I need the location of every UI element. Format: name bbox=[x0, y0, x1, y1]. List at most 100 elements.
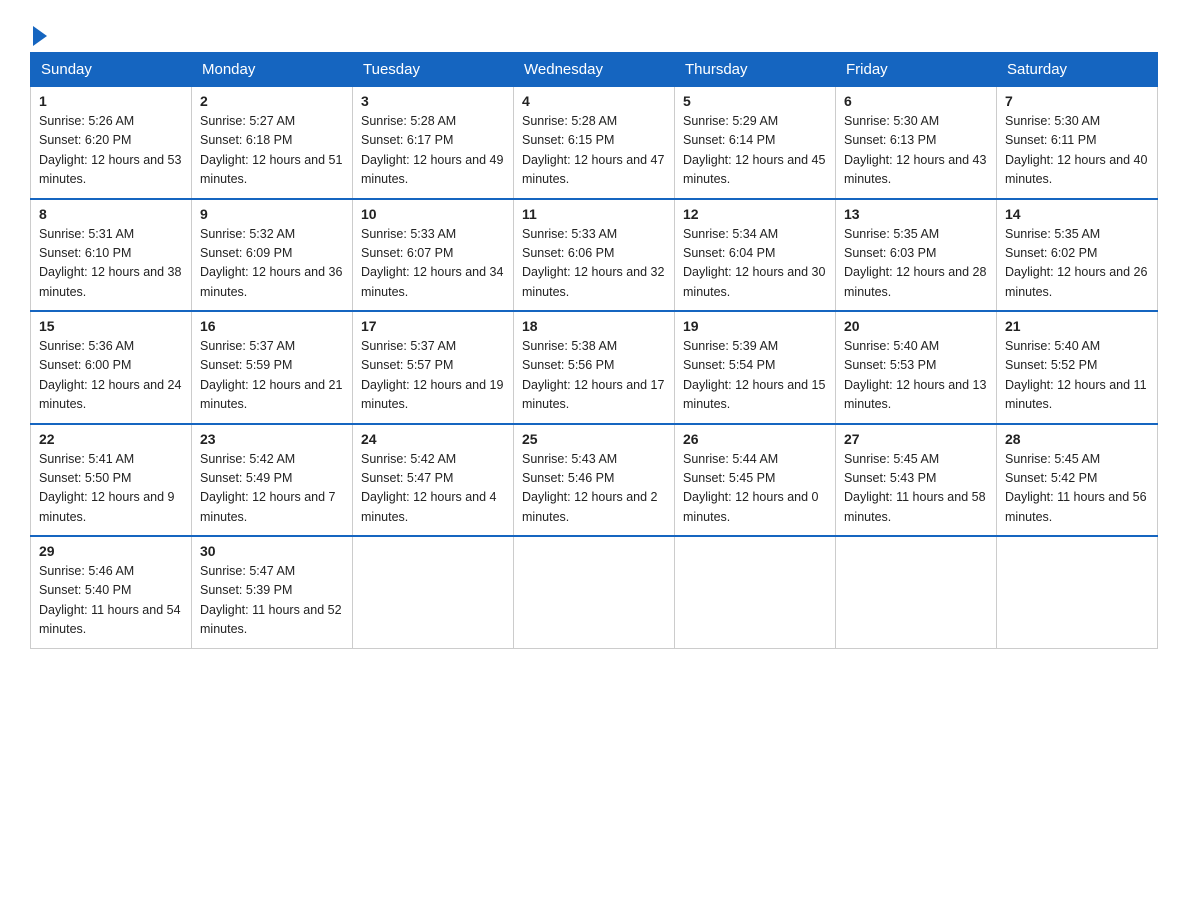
day-number: 2 bbox=[200, 93, 344, 109]
calendar-day-cell: 12 Sunrise: 5:34 AMSunset: 6:04 PMDayligh… bbox=[675, 199, 836, 312]
day-number: 21 bbox=[1005, 318, 1149, 334]
calendar-day-cell: 8 Sunrise: 5:31 AMSunset: 6:10 PMDaylight… bbox=[31, 199, 192, 312]
day-number: 9 bbox=[200, 206, 344, 222]
day-number: 13 bbox=[844, 206, 988, 222]
day-info: Sunrise: 5:42 AMSunset: 5:49 PMDaylight:… bbox=[200, 450, 344, 528]
day-info: Sunrise: 5:27 AMSunset: 6:18 PMDaylight:… bbox=[200, 112, 344, 190]
day-number: 17 bbox=[361, 318, 505, 334]
day-info: Sunrise: 5:47 AMSunset: 5:39 PMDaylight:… bbox=[200, 562, 344, 640]
day-number: 5 bbox=[683, 93, 827, 109]
day-info: Sunrise: 5:45 AMSunset: 5:42 PMDaylight:… bbox=[1005, 450, 1149, 528]
calendar-day-cell bbox=[836, 536, 997, 648]
calendar-day-cell: 10 Sunrise: 5:33 AMSunset: 6:07 PMDayligh… bbox=[353, 199, 514, 312]
day-number: 8 bbox=[39, 206, 183, 222]
day-info: Sunrise: 5:31 AMSunset: 6:10 PMDaylight:… bbox=[39, 225, 183, 303]
calendar-day-cell bbox=[353, 536, 514, 648]
calendar-day-cell: 9 Sunrise: 5:32 AMSunset: 6:09 PMDaylight… bbox=[192, 199, 353, 312]
calendar-day-cell: 16 Sunrise: 5:37 AMSunset: 5:59 PMDayligh… bbox=[192, 311, 353, 424]
calendar-day-cell: 17 Sunrise: 5:37 AMSunset: 5:57 PMDayligh… bbox=[353, 311, 514, 424]
day-info: Sunrise: 5:41 AMSunset: 5:50 PMDaylight:… bbox=[39, 450, 183, 528]
day-info: Sunrise: 5:45 AMSunset: 5:43 PMDaylight:… bbox=[844, 450, 988, 528]
weekday-header-friday: Friday bbox=[836, 53, 997, 87]
day-number: 7 bbox=[1005, 93, 1149, 109]
day-number: 30 bbox=[200, 543, 344, 559]
calendar-day-cell: 18 Sunrise: 5:38 AMSunset: 5:56 PMDayligh… bbox=[514, 311, 675, 424]
calendar-day-cell: 1 Sunrise: 5:26 AMSunset: 6:20 PMDaylight… bbox=[31, 87, 192, 199]
calendar-day-cell: 25 Sunrise: 5:43 AMSunset: 5:46 PMDayligh… bbox=[514, 424, 675, 537]
day-info: Sunrise: 5:44 AMSunset: 5:45 PMDaylight:… bbox=[683, 450, 827, 528]
day-info: Sunrise: 5:43 AMSunset: 5:46 PMDaylight:… bbox=[522, 450, 666, 528]
calendar-day-cell: 22 Sunrise: 5:41 AMSunset: 5:50 PMDayligh… bbox=[31, 424, 192, 537]
day-number: 16 bbox=[200, 318, 344, 334]
day-number: 23 bbox=[200, 431, 344, 447]
calendar-day-cell: 26 Sunrise: 5:44 AMSunset: 5:45 PMDayligh… bbox=[675, 424, 836, 537]
day-info: Sunrise: 5:46 AMSunset: 5:40 PMDaylight:… bbox=[39, 562, 183, 640]
calendar-day-cell: 11 Sunrise: 5:33 AMSunset: 6:06 PMDayligh… bbox=[514, 199, 675, 312]
day-info: Sunrise: 5:30 AMSunset: 6:13 PMDaylight:… bbox=[844, 112, 988, 190]
calendar-week-row: 1 Sunrise: 5:26 AMSunset: 6:20 PMDaylight… bbox=[31, 87, 1158, 199]
day-number: 10 bbox=[361, 206, 505, 222]
weekday-header-thursday: Thursday bbox=[675, 53, 836, 87]
day-number: 27 bbox=[844, 431, 988, 447]
day-number: 29 bbox=[39, 543, 183, 559]
calendar-day-cell: 19Sunrise: 5:39 AMSunset: 5:54 PMDayligh… bbox=[675, 311, 836, 424]
day-info: Sunrise: 5:40 AMSunset: 5:52 PMDaylight:… bbox=[1005, 337, 1149, 415]
day-number: 11 bbox=[522, 206, 666, 222]
day-info: Sunrise: 5:28 AMSunset: 6:15 PMDaylight:… bbox=[522, 112, 666, 190]
calendar-day-cell: 6 Sunrise: 5:30 AMSunset: 6:13 PMDaylight… bbox=[836, 87, 997, 199]
day-number: 25 bbox=[522, 431, 666, 447]
day-number: 22 bbox=[39, 431, 183, 447]
day-number: 3 bbox=[361, 93, 505, 109]
day-number: 18 bbox=[522, 318, 666, 334]
day-info: Sunrise: 5:35 AMSunset: 6:02 PMDaylight:… bbox=[1005, 225, 1149, 303]
calendar-week-row: 15 Sunrise: 5:36 AMSunset: 6:00 PMDayligh… bbox=[31, 311, 1158, 424]
day-number: 6 bbox=[844, 93, 988, 109]
day-number: 20 bbox=[844, 318, 988, 334]
weekday-header-row: SundayMondayTuesdayWednesdayThursdayFrid… bbox=[31, 53, 1158, 87]
day-info: Sunrise: 5:36 AMSunset: 6:00 PMDaylight:… bbox=[39, 337, 183, 415]
weekday-header-wednesday: Wednesday bbox=[514, 53, 675, 87]
calendar-day-cell: 27 Sunrise: 5:45 AMSunset: 5:43 PMDayligh… bbox=[836, 424, 997, 537]
day-number: 1 bbox=[39, 93, 183, 109]
day-info: Sunrise: 5:26 AMSunset: 6:20 PMDaylight:… bbox=[39, 112, 183, 190]
day-info: Sunrise: 5:35 AMSunset: 6:03 PMDaylight:… bbox=[844, 225, 988, 303]
calendar-day-cell bbox=[514, 536, 675, 648]
logo-arrow-icon bbox=[33, 26, 47, 46]
weekday-header-saturday: Saturday bbox=[997, 53, 1158, 87]
day-info: Sunrise: 5:33 AMSunset: 6:06 PMDaylight:… bbox=[522, 225, 666, 303]
day-info: Sunrise: 5:29 AMSunset: 6:14 PMDaylight:… bbox=[683, 112, 827, 190]
calendar-day-cell: 20 Sunrise: 5:40 AMSunset: 5:53 PMDayligh… bbox=[836, 311, 997, 424]
day-info: Sunrise: 5:30 AMSunset: 6:11 PMDaylight:… bbox=[1005, 112, 1149, 190]
calendar-day-cell: 5 Sunrise: 5:29 AMSunset: 6:14 PMDaylight… bbox=[675, 87, 836, 199]
calendar-day-cell: 30 Sunrise: 5:47 AMSunset: 5:39 PMDayligh… bbox=[192, 536, 353, 648]
day-number: 4 bbox=[522, 93, 666, 109]
calendar-week-row: 22 Sunrise: 5:41 AMSunset: 5:50 PMDayligh… bbox=[31, 424, 1158, 537]
day-info: Sunrise: 5:40 AMSunset: 5:53 PMDaylight:… bbox=[844, 337, 988, 415]
weekday-header-monday: Monday bbox=[192, 53, 353, 87]
calendar-day-cell: 13 Sunrise: 5:35 AMSunset: 6:03 PMDayligh… bbox=[836, 199, 997, 312]
day-number: 12 bbox=[683, 206, 827, 222]
calendar-day-cell: 28 Sunrise: 5:45 AMSunset: 5:42 PMDayligh… bbox=[997, 424, 1158, 537]
calendar-day-cell bbox=[675, 536, 836, 648]
day-info: Sunrise: 5:38 AMSunset: 5:56 PMDaylight:… bbox=[522, 337, 666, 415]
weekday-header-tuesday: Tuesday bbox=[353, 53, 514, 87]
day-number: 24 bbox=[361, 431, 505, 447]
calendar-day-cell: 24Sunrise: 5:42 AMSunset: 5:47 PMDayligh… bbox=[353, 424, 514, 537]
day-info: Sunrise: 5:32 AMSunset: 6:09 PMDaylight:… bbox=[200, 225, 344, 303]
calendar-day-cell: 4 Sunrise: 5:28 AMSunset: 6:15 PMDaylight… bbox=[514, 87, 675, 199]
calendar-day-cell: 23 Sunrise: 5:42 AMSunset: 5:49 PMDayligh… bbox=[192, 424, 353, 537]
day-info: Sunrise: 5:37 AMSunset: 5:59 PMDaylight:… bbox=[200, 337, 344, 415]
day-info: Sunrise: 5:39 AMSunset: 5:54 PMDaylight:… bbox=[683, 337, 827, 415]
calendar-day-cell: 7 Sunrise: 5:30 AMSunset: 6:11 PMDaylight… bbox=[997, 87, 1158, 199]
calendar-day-cell: 21 Sunrise: 5:40 AMSunset: 5:52 PMDayligh… bbox=[997, 311, 1158, 424]
day-info: Sunrise: 5:37 AMSunset: 5:57 PMDaylight:… bbox=[361, 337, 505, 415]
day-number: 28 bbox=[1005, 431, 1149, 447]
calendar-day-cell: 15 Sunrise: 5:36 AMSunset: 6:00 PMDayligh… bbox=[31, 311, 192, 424]
calendar-week-row: 29 Sunrise: 5:46 AMSunset: 5:40 PMDayligh… bbox=[31, 536, 1158, 648]
day-info: Sunrise: 5:33 AMSunset: 6:07 PMDaylight:… bbox=[361, 225, 505, 303]
calendar-week-row: 8 Sunrise: 5:31 AMSunset: 6:10 PMDaylight… bbox=[31, 199, 1158, 312]
day-number: 14 bbox=[1005, 206, 1149, 222]
day-number: 15 bbox=[39, 318, 183, 334]
day-info: Sunrise: 5:34 AMSunset: 6:04 PMDaylight:… bbox=[683, 225, 827, 303]
day-number: 26 bbox=[683, 431, 827, 447]
